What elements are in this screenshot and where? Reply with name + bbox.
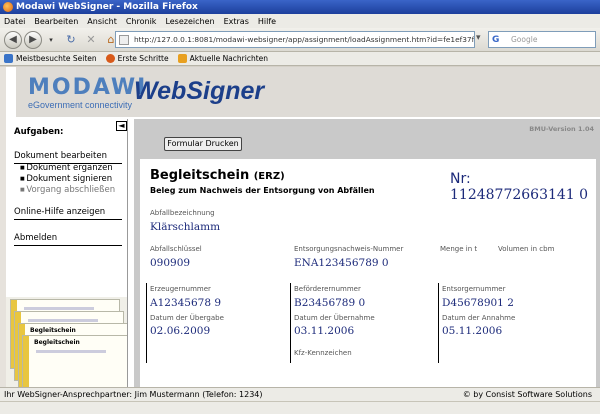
entsorger-label: Entsorgernummer [442, 285, 506, 293]
menu-chronik[interactable]: Chronik [126, 17, 157, 26]
bookmark-label: Meistbesuchte Seiten [16, 54, 97, 63]
contact-info: Ihr WebSigner-Ansprechpartner: Jim Muste… [4, 390, 263, 399]
url-dropdown-icon[interactable]: ▾ [476, 33, 481, 43]
menu-bearbeiten[interactable]: Bearbeiten [34, 17, 78, 26]
search-box[interactable]: G Google [488, 31, 596, 48]
sidebar-item-abmelden[interactable]: Abmelden [14, 233, 122, 246]
home-icon: ⌂ [107, 33, 115, 46]
datum-uebernahme-field[interactable]: 03.11.2006 [294, 325, 354, 337]
datum-uebergabe-field[interactable]: 02.06.2009 [150, 325, 210, 337]
document-thumbnail-stack: Begleitschein Begleitschein [6, 297, 127, 387]
datum-uebernahme-label: Datum der Übernahme [294, 314, 375, 322]
product-name: WebSigner [134, 77, 265, 105]
thumbnail-page: Begleitschein [22, 335, 127, 387]
chevron-down-icon: ▾ [49, 35, 53, 44]
column-divider [438, 283, 439, 363]
datum-annahme-label: Datum der Annahme [442, 314, 516, 322]
window-titlebar: Modawi WebSigner - Mozilla Firefox [0, 0, 600, 14]
entsorger-field[interactable]: D45678901 2 [442, 297, 514, 309]
document-number-label: Nr: [450, 171, 471, 187]
arrow-left-icon: ◄ [118, 121, 125, 130]
begleitschein-form: Begleitschein (ERZ) Beleg zum Nachweis d… [140, 159, 596, 387]
bookmark-label: Erste Schritte [117, 54, 169, 63]
copyright: © by Consist Software Solutions [462, 390, 592, 399]
browser-status-strip [0, 401, 600, 414]
sidebar-item-dokument-signieren[interactable]: Dokument signieren [20, 174, 112, 184]
menu-datei[interactable]: Datei [4, 17, 25, 26]
column-divider [146, 283, 147, 363]
menu-bar: Datei Bearbeiten Ansicht Chronik Lesezei… [0, 14, 600, 28]
menge-label: Menge in t [440, 245, 478, 253]
datum-annahme-field[interactable]: 05.11.2006 [442, 325, 502, 337]
menu-ansicht[interactable]: Ansicht [87, 17, 117, 26]
column-divider [290, 283, 291, 363]
entsorgungsnachweis-label: Entsorgungsnachweis-Nummer [294, 245, 404, 253]
main-panel: BMU-Version 1.04 Formular Drucken Beglei… [134, 119, 600, 387]
header-banner: MODAWI eGovernment connectivity WebSigne… [16, 67, 600, 117]
abfallbezeichnung-label: Abfallbezeichnung [150, 209, 215, 217]
bookmark-folder-icon [4, 54, 13, 63]
reload-icon: ↻ [66, 33, 76, 46]
back-button[interactable]: ◀ [4, 30, 22, 49]
abfallbezeichnung-field[interactable]: Klärschlamm [150, 221, 220, 233]
form-title: Begleitschein (ERZ) [150, 168, 285, 183]
window-title: Modawi WebSigner - Mozilla Firefox [16, 2, 198, 12]
menu-hilfe[interactable]: Hilfe [258, 17, 276, 26]
bookmarks-toolbar: Meistbesuchte Seiten Erste Schritte Aktu… [0, 52, 600, 66]
sidebar-item-vorgang-abschliessen: Vorgang abschließen [20, 185, 115, 195]
page-favicon-icon [119, 35, 129, 45]
collapse-sidebar-button[interactable]: ◄ [116, 121, 127, 131]
entsorgungsnachweis-field[interactable]: ENA123456789 0 [294, 257, 389, 269]
abfallschluessel-label: Abfallschlüssel [150, 245, 202, 253]
history-dropdown-button[interactable]: ▾ [44, 31, 58, 49]
befoerderer-label: Beförderernummer [294, 285, 361, 293]
back-arrow-icon: ◀ [9, 34, 17, 45]
document-number-value: 11248772663141 0 [450, 187, 589, 203]
google-icon: G [492, 35, 500, 45]
modawi-logo: MODAWI [28, 75, 148, 100]
stop-icon: ✕ [86, 33, 96, 46]
rss-feed-icon [177, 54, 187, 63]
menu-lesezeichen[interactable]: Lesezeichen [165, 17, 214, 26]
sidebar-title: Aufgaben: [14, 127, 64, 137]
print-form-button[interactable]: Formular Drucken [164, 137, 242, 151]
stop-button[interactable]: ✕ [84, 31, 98, 49]
form-subtitle: Beleg zum Nachweis der Entsorgung von Ab… [150, 186, 375, 195]
menu-extras[interactable]: Extras [224, 17, 249, 26]
forward-button[interactable]: ▶ [24, 30, 42, 49]
firefox-icon [3, 2, 13, 12]
forward-arrow-icon: ▶ [29, 34, 37, 45]
bookmark-meistbesuchte-seiten[interactable]: Meistbesuchte Seiten [4, 54, 97, 63]
volumen-label: Volumen in cbm [498, 245, 555, 253]
page-content: MODAWI eGovernment connectivity WebSigne… [0, 67, 600, 387]
bookmark-label: Aktuelle Nachrichten [189, 54, 269, 63]
sidebar-item-online-hilfe[interactable]: Online-Hilfe anzeigen [14, 207, 122, 220]
reload-button[interactable]: ↻ [64, 31, 78, 49]
bookmark-aktuelle-nachrichten[interactable]: Aktuelle Nachrichten [177, 54, 269, 63]
url-bar[interactable]: http://127.0.0.1:8081/modawi-websigner/a… [115, 31, 475, 48]
erzeuger-label: Erzeugernummer [150, 285, 211, 293]
firefox-bookmark-icon [105, 54, 115, 63]
navigation-toolbar: ◀ ▶ ▾ ↻ ✕ ⌂ http://127.0.0.1:8081/modawi… [0, 28, 600, 52]
task-sidebar: Aufgaben: ◄ Dokument bearbeiten Dokument… [6, 119, 128, 387]
status-bar: Ihr WebSigner-Ansprechpartner: Jim Muste… [0, 387, 600, 401]
bookmark-erste-schritte[interactable]: Erste Schritte [105, 54, 169, 63]
erzeuger-field[interactable]: A12345678 9 [150, 297, 221, 309]
abfallschluessel-field[interactable]: 090909 [150, 257, 190, 269]
datum-uebergabe-label: Datum der Übergabe [150, 314, 224, 322]
logo-tagline: eGovernment connectivity [28, 100, 133, 110]
sidebar-item-dokument-ergaenzen[interactable]: Dokument ergänzen [20, 163, 112, 173]
document-number: Nr: 11248772663141 0 [450, 171, 596, 203]
befoerderer-field[interactable]: B23456789 0 [294, 297, 365, 309]
url-text: http://127.0.0.1:8081/modawi-websigner/a… [134, 35, 474, 44]
version-label: BMU-Version 1.04 [529, 125, 594, 133]
kfz-kennzeichen-label: Kfz-Kennzeichen [294, 349, 352, 357]
search-placeholder: Google [511, 35, 538, 44]
